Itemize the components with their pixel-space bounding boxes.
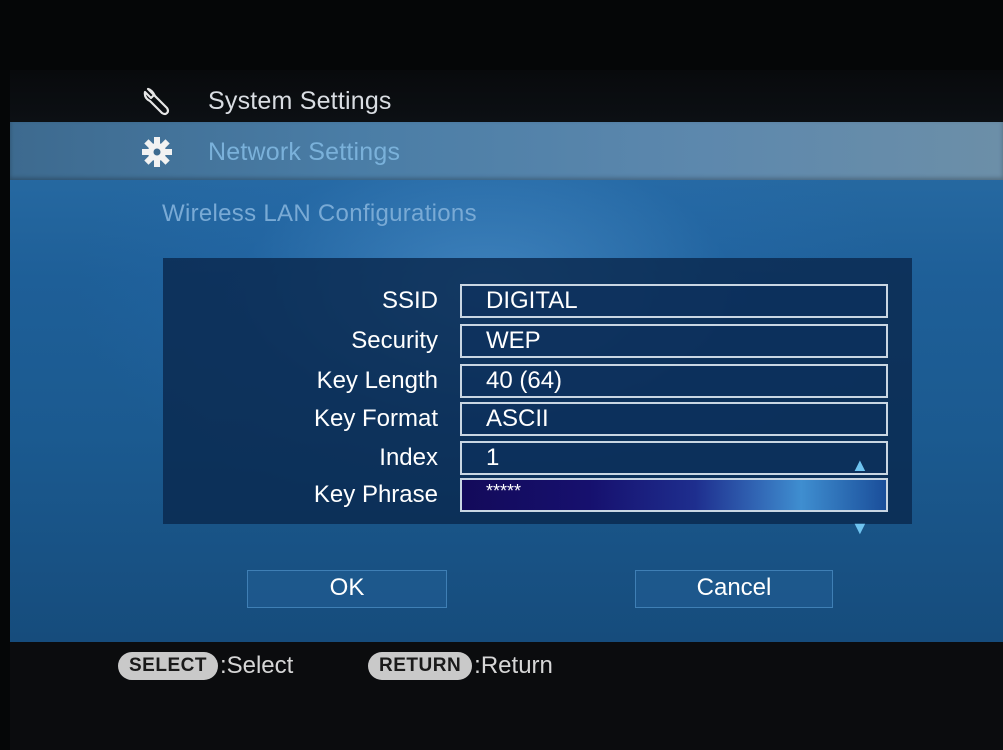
menu-item-network-settings[interactable]: Network Settings — [140, 135, 400, 169]
arrow-down-icon[interactable]: ▼ — [851, 518, 869, 539]
menu-label-network-settings: Network Settings — [208, 137, 401, 166]
menu-item-system-settings[interactable]: System Settings — [140, 84, 392, 118]
hint-select: SELECT :Select — [118, 652, 293, 680]
field-row-ssid: SSID DIGITAL — [163, 282, 912, 320]
return-key-badge: RETURN — [368, 652, 473, 680]
gear-icon — [140, 135, 174, 169]
index-field[interactable]: 1 — [460, 441, 888, 475]
security-field[interactable]: WEP — [460, 324, 888, 358]
field-row-security: Security WEP — [163, 322, 912, 360]
key-phrase-field[interactable]: ***** — [460, 478, 888, 512]
field-row-key-phrase: Key Phrase ***** — [163, 476, 912, 514]
select-hint-text: :Select — [219, 652, 294, 679]
key-format-field[interactable]: ASCII — [460, 402, 888, 436]
select-key-badge: SELECT — [118, 652, 218, 680]
ok-button[interactable]: OK — [247, 570, 447, 608]
key-length-field[interactable]: 40 (64) — [460, 364, 888, 398]
index-label: Index — [379, 444, 438, 471]
hint-return: RETURN :Return — [368, 652, 553, 680]
cancel-button[interactable]: Cancel — [635, 570, 833, 608]
ssid-label: SSID — [381, 287, 438, 314]
arrow-up-icon[interactable]: ▲ — [851, 455, 869, 476]
security-label: Security — [351, 327, 438, 354]
key-format-label: Key Format — [313, 405, 438, 432]
key-phrase-label: Key Phrase — [313, 481, 438, 508]
key-length-label: Key Length — [316, 367, 438, 394]
ssid-field[interactable]: DIGITAL — [460, 284, 888, 318]
wrench-icon — [140, 84, 174, 118]
field-row-index: Index 1 — [163, 439, 912, 477]
field-row-key-format: Key Format ASCII — [163, 400, 912, 438]
wlan-config-form: SSID DIGITAL Security WEP Key Length 40 … — [163, 258, 912, 524]
section-title: Wireless LAN Configurations — [162, 200, 477, 227]
return-hint-text: :Return — [474, 652, 553, 679]
field-row-key-length: Key Length 40 (64) — [163, 362, 912, 400]
settings-screen: System Settings Network Settings Wireles… — [0, 0, 1003, 750]
menu-label-system-settings: System Settings — [208, 86, 392, 115]
